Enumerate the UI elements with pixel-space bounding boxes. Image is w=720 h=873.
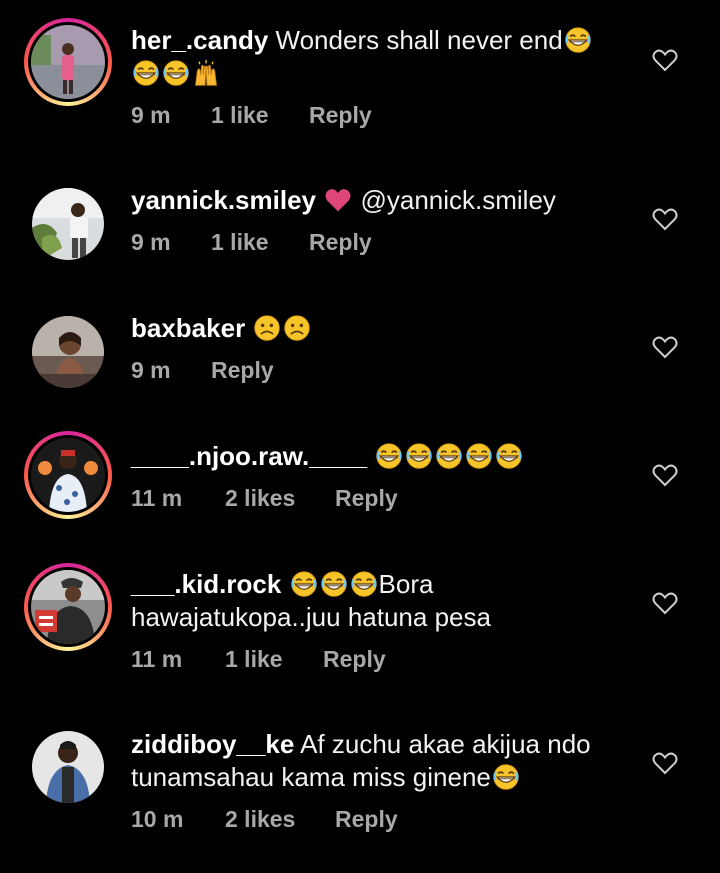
avatar-photo [32,188,104,260]
avatar-photo [31,570,105,644]
avatar[interactable] [32,316,104,388]
avatar[interactable] [24,431,112,519]
grin-emoji [375,442,403,470]
pink-heart-emoji [324,186,352,214]
grin-emoji [492,763,520,791]
avatar[interactable] [32,188,104,260]
reply-button[interactable]: Reply [309,229,372,256]
comment-username[interactable]: yannick.smiley [131,185,316,215]
comment-meta: 9 m 1 like Reply [131,102,372,129]
comment-time: 11 m [131,485,183,511]
heart-outline-icon[interactable] [652,335,678,359]
grin-emoji [320,570,348,598]
avatar-photo [31,438,105,512]
heart-outline-icon[interactable] [652,751,678,775]
comment-text: baxbaker [131,312,631,345]
like-count[interactable]: 2 likes [225,485,335,512]
avatar[interactable] [32,731,104,803]
raised-hands-emoji [192,59,220,87]
reply-button[interactable]: Reply [323,646,386,673]
avatar-photo [32,316,104,388]
grin-emoji [435,442,463,470]
comment-username[interactable]: ____.njoo.raw.____ [131,441,367,471]
comment-time: 9 m [131,229,171,255]
comment-body: Bora [378,569,434,599]
reply-button[interactable]: Reply [211,357,274,384]
comment-text: her_.candy Wonders shall never end [131,24,631,90]
comment-text: ___.kid.rock Bora hawajatukopa..juu hatu… [131,568,631,634]
grin-emoji [564,26,592,54]
avatar[interactable] [24,563,112,651]
comment-body: Wonders shall never end [275,25,563,55]
comment-body-line2: hawajatukopa..juu hatuna pesa [131,602,491,632]
comment-username[interactable]: ___.kid.rock [131,569,281,599]
grin-emoji [290,570,318,598]
heart-outline-icon[interactable] [652,207,678,231]
comment-text: yannick.smiley @yannick.smiley [131,184,631,217]
reply-button[interactable]: Reply [335,806,398,833]
like-count[interactable]: 2 likes [225,806,335,833]
frown-emoji [283,314,311,342]
comment-body: Af zuchu akae akijua ndo [300,729,591,759]
like-count[interactable]: 1 like [211,102,309,129]
comment-body-line2: tunamsahau kama miss ginene [131,762,491,792]
heart-outline-icon[interactable] [652,591,678,615]
grin-emoji [162,59,190,87]
comment-text: ____.njoo.raw.____ [131,440,631,473]
grin-emoji [350,570,378,598]
comment-meta: 10 m 2 likes Reply [131,806,398,833]
comment-mention[interactable]: @yannick.smiley [360,185,555,215]
comment-username[interactable]: baxbaker [131,313,245,343]
like-count[interactable]: 1 like [225,646,323,673]
comment-username[interactable]: ziddiboy__ke [131,729,294,759]
comment-meta: 9 m Reply [131,357,274,384]
grin-emoji [495,442,523,470]
heart-outline-icon[interactable] [652,48,678,72]
comment-time: 10 m [131,806,184,832]
comment-time: 9 m [131,102,171,128]
reply-button[interactable]: Reply [335,485,398,512]
reply-button[interactable]: Reply [309,102,372,129]
grin-emoji [405,442,433,470]
comment-meta: 9 m 1 like Reply [131,229,372,256]
frown-emoji [253,314,281,342]
comment-username[interactable]: her_.candy [131,25,268,55]
grin-emoji [132,59,160,87]
like-count[interactable]: 1 like [211,229,309,256]
heart-outline-icon[interactable] [652,463,678,487]
comment-time: 9 m [131,357,171,383]
comment-text: ziddiboy__ke Af zuchu akae akijua ndo tu… [131,728,631,794]
avatar-photo [31,25,105,99]
comment-meta: 11 m 1 like Reply [131,646,386,673]
comment-time: 11 m [131,646,183,672]
avatar-photo [32,731,104,803]
grin-emoji [465,442,493,470]
avatar[interactable] [24,18,112,106]
comment-meta: 11 m 2 likes Reply [131,485,398,512]
